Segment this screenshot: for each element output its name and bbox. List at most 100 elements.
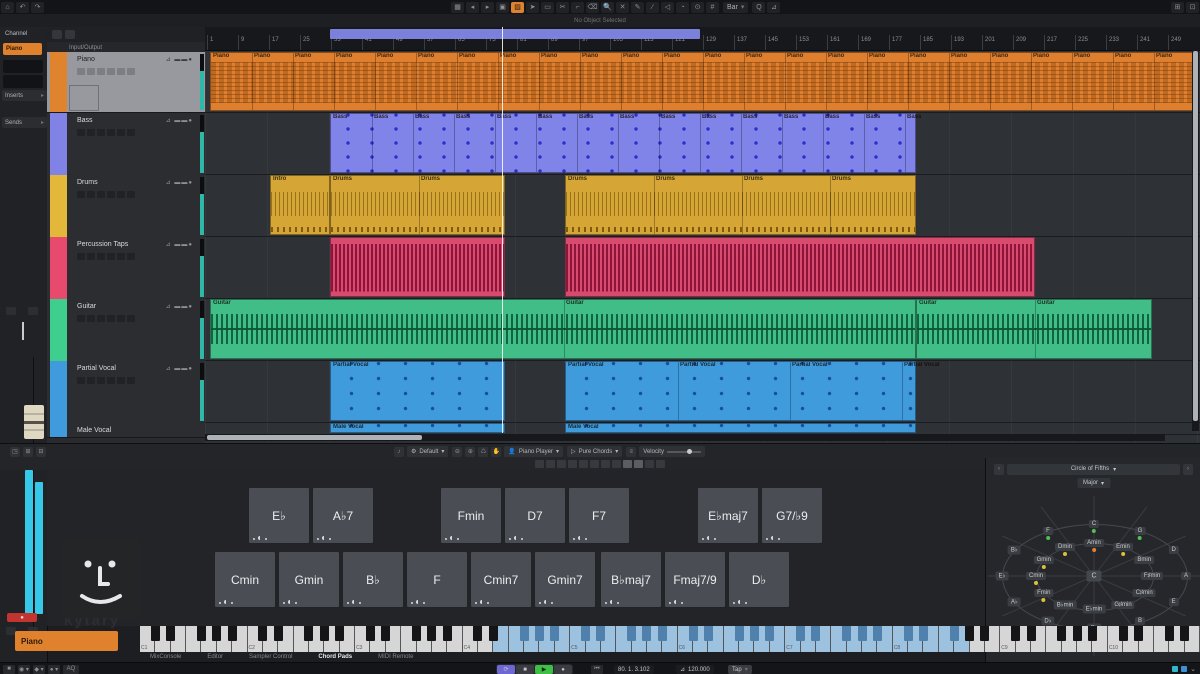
black-key[interactable]	[904, 626, 913, 641]
read-button[interactable]	[117, 377, 125, 384]
track-volume-readout[interactable]: ⊿ ▬▬●	[166, 179, 193, 186]
chord-pad-Fmaj79[interactable]: Fmaj7/9	[664, 551, 726, 608]
remote-cell[interactable]	[535, 460, 544, 468]
solo-button[interactable]	[28, 307, 38, 315]
black-key[interactable]	[535, 626, 544, 641]
clip-male-vocal[interactable]: Male Vocal	[565, 423, 916, 433]
black-key[interactable]	[212, 626, 221, 641]
black-key[interactable]	[658, 626, 667, 641]
read-button[interactable]	[117, 315, 125, 322]
clip-partial-vocal[interactable]: Partial VocalPartial VocalPartial VocalP…	[565, 361, 916, 421]
pads-lock-icon[interactable]: ⊟	[36, 447, 46, 457]
range-tool-icon[interactable]: ▭	[541, 2, 554, 13]
mute-button[interactable]	[77, 191, 85, 198]
mute-button[interactable]	[6, 307, 16, 315]
remote-cell[interactable]	[601, 460, 610, 468]
black-key[interactable]	[520, 626, 529, 641]
remote-cell[interactable]	[546, 460, 555, 468]
black-key[interactable]	[581, 626, 590, 641]
cof-minor-Cmin[interactable]: Cmin	[1026, 572, 1046, 580]
black-key[interactable]	[1180, 626, 1189, 641]
cof-minor-F♯min[interactable]: F♯min	[1141, 572, 1163, 580]
record-button[interactable]: ●	[554, 665, 572, 674]
read-button[interactable]	[117, 253, 125, 260]
black-key[interactable]	[596, 626, 605, 641]
line-tool-icon[interactable]: ∕	[646, 2, 659, 13]
black-key[interactable]	[1134, 626, 1143, 641]
clip-drums[interactable]: Intro	[270, 175, 330, 235]
mute-button[interactable]	[77, 129, 85, 136]
remote-cell[interactable]	[656, 460, 665, 468]
cof-major-E[interactable]: E	[1169, 598, 1179, 606]
player-dropdown[interactable]: 👤 Piano Player ▾	[504, 446, 563, 457]
monitor-button[interactable]	[107, 315, 115, 322]
black-key[interactable]	[381, 626, 390, 641]
black-key[interactable]	[689, 626, 698, 641]
track-name[interactable]: Percussion Taps	[77, 241, 128, 248]
mode-dropdown[interactable]: ▷ Pure Chords ▾	[567, 446, 622, 457]
rack-slot-2[interactable]	[3, 75, 43, 88]
vscroll-thumb[interactable]	[1193, 51, 1198, 421]
black-key[interactable]	[980, 626, 989, 641]
write-button[interactable]	[127, 191, 135, 198]
track-row-percussion-taps[interactable]: Percussion Taps⊿ ▬▬●	[47, 237, 205, 300]
black-key[interactable]	[965, 626, 974, 641]
hand-icon[interactable]: ✋	[491, 447, 501, 457]
instrument-preview-box[interactable]	[69, 85, 99, 111]
audio-quantize-icon[interactable]: AQ	[63, 665, 79, 674]
remote-cell-active[interactable]	[623, 460, 632, 468]
clip-drums[interactable]: DrumsDrumsDrumsDrums	[565, 175, 916, 235]
read-button[interactable]	[117, 129, 125, 136]
glue-tool-icon[interactable]: ⌐	[571, 2, 584, 13]
chord-pad-A7[interactable]: A♭7	[312, 487, 374, 544]
tab-sampler-control[interactable]: Sampler Control	[249, 654, 292, 660]
transpose-down-icon[interactable]: ⊖	[452, 447, 462, 457]
black-key[interactable]	[550, 626, 559, 641]
monitor-button[interactable]	[107, 129, 115, 136]
record-arm-button[interactable]	[97, 191, 105, 198]
black-key[interactable]	[197, 626, 206, 641]
black-key[interactable]	[1088, 626, 1097, 641]
cof-major-D♭[interactable]: D♭	[1041, 617, 1054, 626]
track-name[interactable]: Drums	[77, 179, 98, 186]
solo-button[interactable]	[87, 191, 95, 198]
black-key[interactable]	[858, 626, 867, 641]
black-key[interactable]	[366, 626, 375, 641]
chord-pad-Cmin[interactable]: Cmin	[214, 551, 276, 608]
stop-modes-icon[interactable]: ■	[3, 665, 15, 674]
chord-pad-G79[interactable]: G7/♭9	[761, 487, 823, 544]
draw-tool-icon[interactable]: ✎	[631, 2, 644, 13]
cof-center-chord[interactable]: C	[1086, 571, 1101, 582]
remote-cell[interactable]	[612, 460, 621, 468]
cof-major-D[interactable]: D	[1169, 546, 1179, 554]
iterative-quantize-icon[interactable]: ⊿	[767, 2, 780, 13]
chord-pad-D7[interactable]: D7	[504, 487, 566, 544]
stop-button[interactable]: ■	[516, 665, 534, 674]
snap-type-icon[interactable]: #	[706, 2, 719, 13]
record-arm-button[interactable]	[97, 377, 105, 384]
rack-section-inserts[interactable]: Inserts▸	[2, 90, 47, 101]
clip-guitar[interactable]: GuitarGuitar	[916, 299, 1152, 359]
clip-percussion-taps[interactable]	[330, 237, 505, 297]
velocity-slider[interactable]: Velocity	[639, 446, 705, 457]
clip-drums[interactable]: DrumsDrums	[330, 175, 505, 235]
track-name[interactable]: Male Vocal	[77, 427, 111, 434]
tab-midi-remote[interactable]: MIDI Remote	[378, 654, 413, 660]
rack-section-sends[interactable]: Sends▸	[2, 117, 47, 128]
window-zones-icon[interactable]: ⊡	[1186, 2, 1199, 13]
record-arm-button[interactable]	[97, 129, 105, 136]
write-button[interactable]	[127, 253, 135, 260]
tab-mixconsole[interactable]: MixConsole	[150, 654, 181, 660]
cof-minor-Gmin[interactable]: Gmin	[1034, 556, 1054, 564]
workspace-icon[interactable]: ▣	[496, 2, 509, 13]
black-key[interactable]	[304, 626, 313, 641]
list-icon[interactable]: ≡	[626, 447, 636, 457]
black-key[interactable]	[750, 626, 759, 641]
track-row-piano[interactable]: Piano⊿ ▬▬●	[47, 52, 205, 113]
erase-tool-icon[interactable]: ⌫	[586, 2, 599, 13]
black-key[interactable]	[873, 626, 882, 641]
tap-tempo-button[interactable]: Tap ▾	[728, 665, 752, 674]
redo-icon[interactable]: ↷	[31, 2, 44, 13]
black-key[interactable]	[412, 626, 421, 641]
pads-output-track[interactable]: Piano	[15, 631, 118, 651]
